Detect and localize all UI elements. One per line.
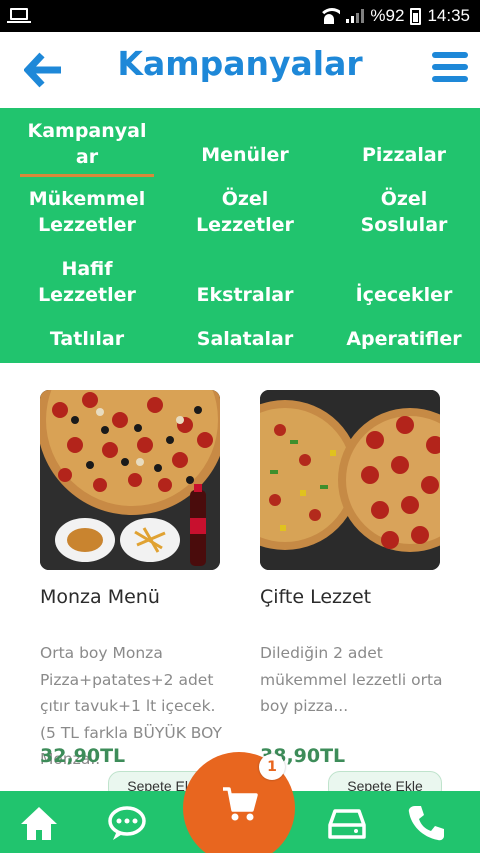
category-label: Kampanyal ar bbox=[27, 120, 147, 168]
product-image bbox=[40, 390, 220, 570]
cart-count-badge: 1 bbox=[259, 754, 285, 780]
home-icon[interactable] bbox=[19, 803, 59, 843]
phone-icon[interactable] bbox=[406, 803, 446, 843]
product-card[interactable]: Monza Menü Orta boy Monza Pizza+patates+… bbox=[40, 390, 222, 801]
battery-percent: %92 bbox=[370, 6, 405, 25]
category-menuler[interactable]: Menüler bbox=[170, 142, 320, 168]
category-label: İçecekler bbox=[355, 284, 453, 306]
category-ozel-lezzetler[interactable]: Özel Lezzetler bbox=[170, 186, 320, 238]
status-bar-right: %92 14:35 bbox=[318, 5, 470, 27]
product-name: Çifte Lezzet bbox=[260, 586, 372, 608]
product-image bbox=[260, 390, 440, 570]
category-pizzalar[interactable]: Pizzalar bbox=[329, 142, 479, 168]
category-label: Salatalar bbox=[196, 328, 294, 350]
product-price: 32,90TL bbox=[40, 745, 126, 767]
category-label: Hafif Lezzetler bbox=[38, 258, 136, 306]
product-card[interactable]: Çifte Lezzet Dilediğin 2 adet mükemmel l… bbox=[260, 390, 443, 801]
clock: 14:35 bbox=[427, 6, 470, 25]
product-name: Monza Menü bbox=[40, 586, 160, 608]
category-label: Tatlılar bbox=[49, 328, 125, 350]
laptop-icon bbox=[7, 8, 31, 23]
category-grid: Kampanyal ar Menüler Pizzalar Mükemmel L… bbox=[0, 108, 480, 363]
category-label: Ekstralar bbox=[196, 284, 294, 306]
category-tatlilar[interactable]: Tatlılar bbox=[12, 326, 162, 352]
product-description: Dilediğin 2 adet mükemmel lezzetli orta … bbox=[260, 644, 443, 715]
category-ekstralar[interactable]: Ekstralar bbox=[170, 282, 320, 308]
category-label: Mükemmel Lezzetler bbox=[28, 188, 146, 236]
page-title: Kampanyalar bbox=[117, 44, 363, 83]
category-ozel-soslular[interactable]: Özel Soslular bbox=[329, 186, 479, 238]
category-icecekler[interactable]: İçecekler bbox=[329, 282, 479, 308]
hamburger-menu-icon[interactable] bbox=[432, 52, 468, 86]
app-header: Kampanyalar bbox=[0, 32, 480, 108]
category-aperatifler[interactable]: Aperatifler bbox=[329, 326, 479, 352]
signal-icon bbox=[346, 9, 365, 23]
active-category-indicator bbox=[20, 174, 154, 177]
chat-bubble-icon[interactable] bbox=[107, 803, 147, 843]
category-hafif-lezzetler[interactable]: Hafif Lezzetler bbox=[12, 256, 162, 308]
shopping-cart-icon bbox=[223, 787, 258, 821]
status-bar: %92 14:35 bbox=[0, 0, 480, 32]
category-mukemmel-lezzetler[interactable]: Mükemmel Lezzetler bbox=[12, 186, 162, 238]
category-label: Aperatifler bbox=[346, 328, 462, 350]
category-label: Menüler bbox=[201, 144, 289, 166]
category-label: Pizzalar bbox=[361, 144, 447, 166]
category-salatalar[interactable]: Salatalar bbox=[170, 326, 320, 352]
wifi-icon bbox=[318, 8, 341, 24]
drawer-icon[interactable] bbox=[327, 803, 367, 843]
category-kampanyalar[interactable]: Kampanyal ar bbox=[12, 118, 162, 170]
category-label: Özel Lezzetler bbox=[196, 188, 294, 236]
category-label: Özel Soslular bbox=[360, 188, 448, 236]
battery-icon bbox=[410, 7, 422, 25]
